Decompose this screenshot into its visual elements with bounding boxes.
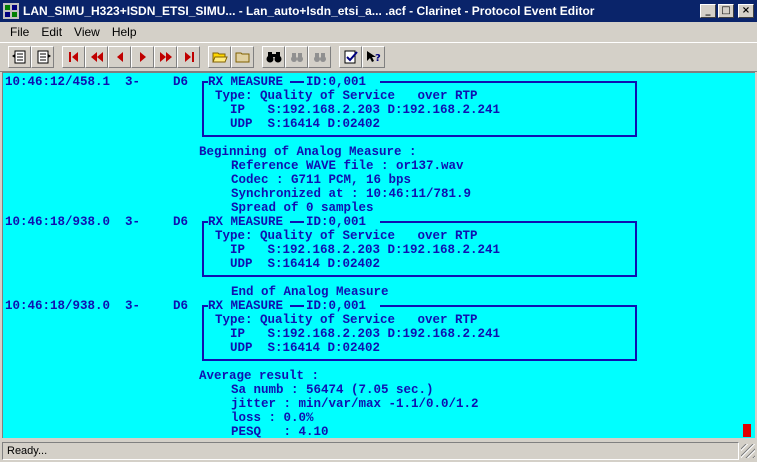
average-line-4: PESQ : 4.10 — [231, 425, 329, 438]
status-bar: Ready... — [0, 440, 757, 462]
menu-edit[interactable]: Edit — [35, 25, 68, 39]
event-3-timestamp: 10:46:18/938.0 — [5, 299, 111, 313]
analog-begin-line-1: Reference WAVE file : or137.wav — [231, 159, 464, 173]
detail-view-icon — [37, 50, 51, 64]
event-2-line-3: UDP S:16414 D:02402 — [215, 257, 381, 271]
event-3-line-2: IP S:192.168.2.203 D:192.168.2.241 — [215, 327, 501, 341]
list-view-icon — [11, 50, 25, 64]
edit-check-icon — [344, 50, 358, 64]
resize-grip[interactable] — [741, 444, 755, 458]
folder-icon — [235, 52, 249, 63]
event-view[interactable]: 10:46:12/458.1 3- D6 RX MEASURE ID:0,001… — [2, 72, 755, 438]
find-next-icon — [313, 53, 326, 62]
next-button[interactable] — [131, 46, 154, 68]
first-icon — [68, 52, 78, 62]
position-marker — [743, 424, 751, 437]
event-1-timestamp: 10:46:12/458.1 — [5, 75, 111, 89]
average-line-3: loss : 0.0% — [231, 411, 314, 425]
analog-begin-line-2: Codec : G711 PCM, 16 bps — [231, 173, 412, 187]
analog-begin-line-3: Synchronized at : 10:46:11/781.9 — [231, 187, 472, 201]
event-1-dir: D6 — [173, 75, 189, 89]
open-button[interactable] — [208, 46, 231, 68]
analog-begin-title: Beginning of Analog Measure : — [199, 145, 417, 159]
prev-icon — [116, 52, 123, 62]
find-next-button[interactable] — [308, 46, 331, 68]
analog-end: End of Analog Measure — [231, 285, 389, 299]
first-button[interactable] — [62, 46, 85, 68]
average-title: Average result : — [199, 369, 320, 383]
event-3-line-1: Type: Quality of Service over RTP — [215, 313, 478, 327]
toggle-view-2-button[interactable] — [31, 46, 54, 68]
prev-button[interactable] — [108, 46, 131, 68]
rewind-icon — [90, 52, 103, 62]
find-button[interactable] — [262, 46, 285, 68]
event-2-line-2: IP S:192.168.2.203 D:192.168.2.241 — [215, 243, 501, 257]
analog-begin-line-4: Spread of 0 samples — [231, 201, 374, 215]
toolbar: ? — [0, 42, 757, 72]
event-3-line-3: UDP S:16414 D:02402 — [215, 341, 381, 355]
event-2-timestamp: 10:46:18/938.0 — [5, 215, 111, 229]
find-prev-icon — [290, 53, 303, 62]
event-1-line-1: Type: Quality of Service over RTP — [215, 89, 478, 103]
app-icon[interactable] — [3, 3, 19, 19]
svg-text:?: ? — [375, 53, 381, 64]
find-prev-button[interactable] — [285, 46, 308, 68]
status-text: Ready... — [2, 442, 739, 460]
properties-button[interactable] — [339, 46, 362, 68]
help-button[interactable]: ? — [362, 46, 385, 68]
event-2-dir: D6 — [173, 215, 189, 229]
fast-forward-icon — [159, 52, 172, 62]
binoculars-icon — [266, 52, 281, 63]
window-title: LAN_SIMU_H323+ISDN_ETSI_SIMU... - Lan_au… — [23, 4, 595, 18]
open-folder-button[interactable] — [231, 46, 254, 68]
prev-fast-button[interactable] — [85, 46, 108, 68]
last-button[interactable] — [177, 46, 200, 68]
maximize-button[interactable]: □ — [718, 4, 734, 18]
last-icon — [184, 52, 194, 62]
close-button[interactable]: × — [738, 4, 754, 18]
menu-file[interactable]: File — [4, 25, 35, 39]
menu-help[interactable]: Help — [106, 25, 143, 39]
average-line-2: jitter : min/var/max -1.1/0.0/1.2 — [231, 397, 479, 411]
event-1-line-3: UDP S:16414 D:02402 — [215, 117, 381, 131]
minimize-button[interactable]: _ — [700, 4, 716, 18]
average-line-1: Sa numb : 56474 (7.05 sec.) — [231, 383, 434, 397]
event-3-dir: D6 — [173, 299, 189, 313]
toggle-view-1-button[interactable] — [8, 46, 31, 68]
event-3-code: 3- — [125, 299, 141, 313]
event-2-line-1: Type: Quality of Service over RTP — [215, 229, 478, 243]
menu-view[interactable]: View — [68, 25, 106, 39]
next-fast-button[interactable] — [154, 46, 177, 68]
help-pointer-icon: ? — [366, 51, 381, 64]
title-bar: LAN_SIMU_H323+ISDN_ETSI_SIMU... - Lan_au… — [0, 0, 757, 22]
event-1-code: 3- — [125, 75, 141, 89]
next-icon — [139, 52, 146, 62]
menu-bar: File Edit View Help — [0, 22, 757, 41]
event-1-line-2: IP S:192.168.2.203 D:192.168.2.241 — [215, 103, 501, 117]
folder-open-icon — [211, 52, 228, 63]
event-2-code: 3- — [125, 215, 141, 229]
